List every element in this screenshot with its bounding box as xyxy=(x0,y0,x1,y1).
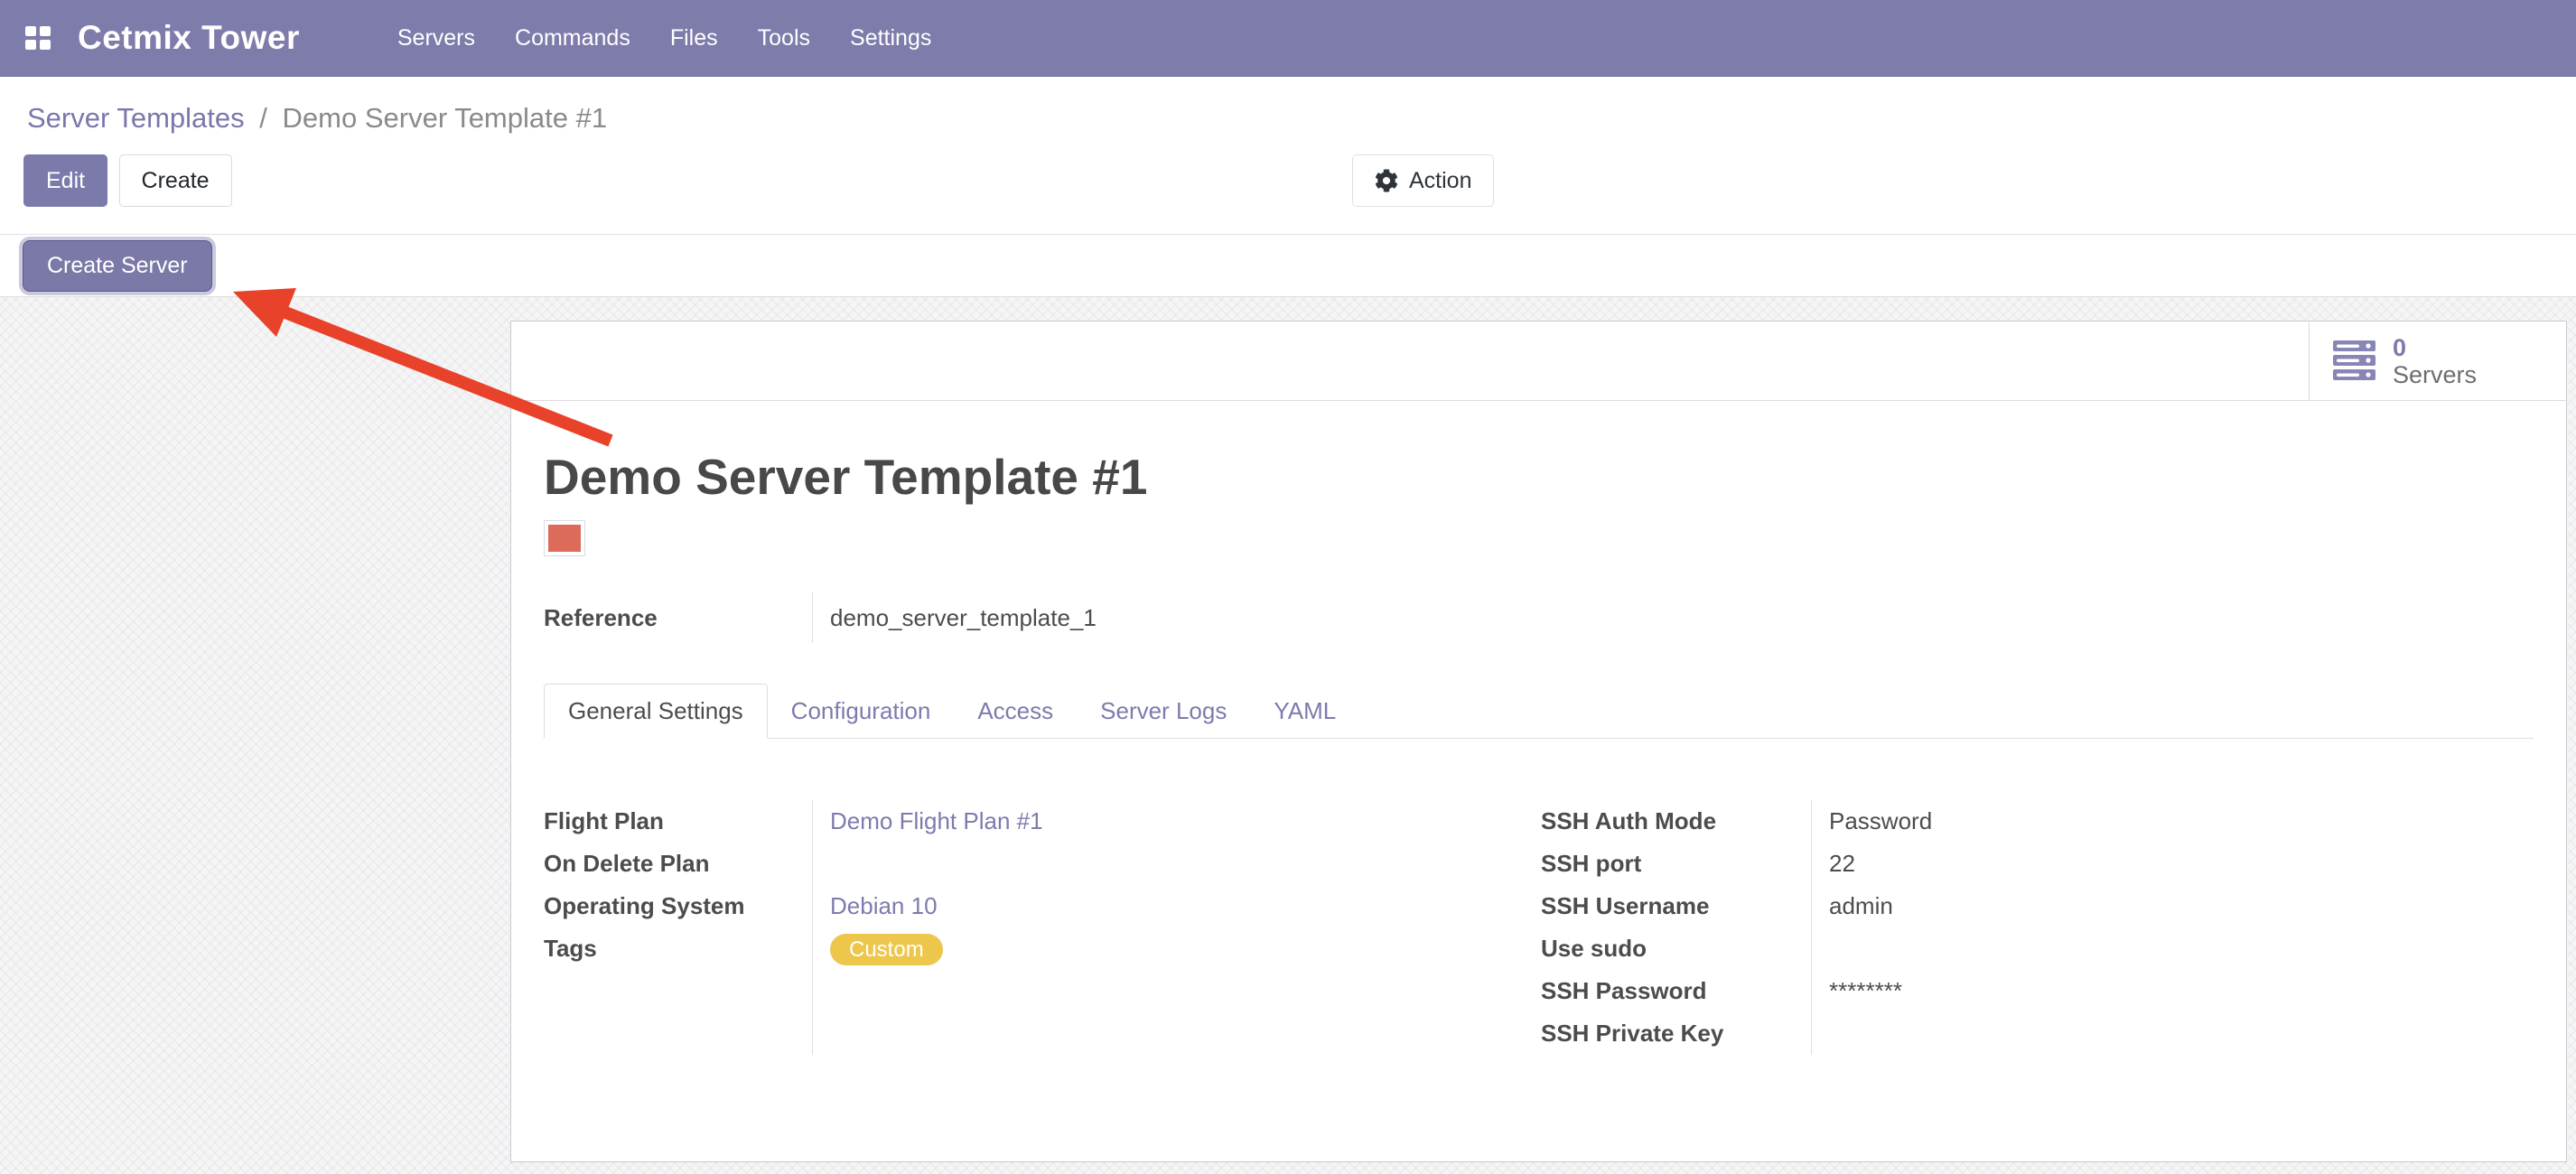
page: Cetmix Tower Servers Commands Files Tool… xyxy=(0,0,2576,1174)
on-delete-plan-label: On Delete Plan xyxy=(544,843,812,885)
tab-yaml[interactable]: YAML xyxy=(1250,685,1359,738)
action-button-label: Action xyxy=(1409,168,1471,194)
tab-configuration[interactable]: Configuration xyxy=(768,685,955,738)
action-button[interactable]: Action xyxy=(1352,154,1494,207)
reference-field-row: Reference demo_server_template_1 xyxy=(544,592,2534,643)
left-values-column: Demo Flight Plan #1 Debian 10 Custom xyxy=(813,800,1043,1055)
main-menu: Servers Commands Files Tools Settings xyxy=(378,0,951,77)
tag-badge-custom[interactable]: Custom xyxy=(830,934,943,965)
servers-stat-button[interactable]: 0 Servers xyxy=(2309,321,2566,400)
app-brand-title[interactable]: Cetmix Tower xyxy=(78,19,300,57)
ssh-username-value: admin xyxy=(1829,885,1932,927)
general-settings-fields: Flight Plan On Delete Plan Operating Sys… xyxy=(544,800,2534,1055)
create-server-button[interactable]: Create Server xyxy=(23,240,212,292)
field-group-right: SSH Auth Mode SSH port SSH Username Use … xyxy=(1541,800,2534,1055)
control-panel: Server Templates / Demo Server Template … xyxy=(0,77,2576,234)
top-navbar: Cetmix Tower Servers Commands Files Tool… xyxy=(0,0,2576,77)
servers-stat-count: 0 xyxy=(2393,334,2477,361)
servers-stat-label: Servers xyxy=(2393,361,2477,388)
breadcrumb: Server Templates / Demo Server Template … xyxy=(0,77,2576,136)
flight-plan-label: Flight Plan xyxy=(544,800,812,843)
breadcrumb-current: Demo Server Template #1 xyxy=(283,102,608,134)
server-template-form-card: 0 Servers Demo Server Template #1 Refere… xyxy=(510,321,2567,1162)
tags-label: Tags xyxy=(544,927,812,970)
create-server-strip: Create Server xyxy=(0,234,2576,297)
servers-stat-text: 0 Servers xyxy=(2393,334,2477,388)
gear-icon xyxy=(1375,169,1398,192)
color-swatch-fill xyxy=(548,525,581,552)
ssh-private-key-label: SSH Private Key xyxy=(1541,1012,1811,1055)
button-row: Edit Create Action xyxy=(0,136,2576,234)
create-button[interactable]: Create xyxy=(119,154,232,207)
right-labels-column: SSH Auth Mode SSH port SSH Username Use … xyxy=(1541,800,1811,1055)
left-labels-column: Flight Plan On Delete Plan Operating Sys… xyxy=(544,800,812,1055)
operating-system-label: Operating System xyxy=(544,885,812,927)
use-sudo-value xyxy=(1829,927,1932,970)
breadcrumb-parent-link[interactable]: Server Templates xyxy=(27,102,245,134)
ssh-auth-mode-value: Password xyxy=(1829,800,1932,843)
field-group-left: Flight Plan On Delete Plan Operating Sys… xyxy=(544,800,1541,1055)
breadcrumb-separator: / xyxy=(252,102,275,134)
record-title: Demo Server Template #1 xyxy=(544,448,2534,506)
ssh-auth-mode-label: SSH Auth Mode xyxy=(1541,800,1811,843)
menu-item-commands[interactable]: Commands xyxy=(495,0,650,77)
ssh-username-label: SSH Username xyxy=(1541,885,1811,927)
ssh-password-value: ******** xyxy=(1829,970,1932,1012)
reference-label: Reference xyxy=(544,604,812,632)
use-sudo-label: Use sudo xyxy=(1541,927,1811,970)
ssh-port-label: SSH port xyxy=(1541,843,1811,885)
tab-general-settings[interactable]: General Settings xyxy=(544,684,768,739)
operating-system-value-link[interactable]: Debian 10 xyxy=(830,892,938,919)
ssh-password-label: SSH Password xyxy=(1541,970,1811,1012)
menu-item-settings[interactable]: Settings xyxy=(830,0,951,77)
notebook-tabs: General Settings Configuration Access Se… xyxy=(544,684,2534,739)
menu-item-files[interactable]: Files xyxy=(650,0,738,77)
tab-server-logs[interactable]: Server Logs xyxy=(1077,685,1250,738)
menu-item-tools[interactable]: Tools xyxy=(738,0,830,77)
on-delete-plan-value xyxy=(830,843,1043,885)
menu-item-servers[interactable]: Servers xyxy=(378,0,495,77)
color-picker-swatch[interactable] xyxy=(544,520,585,556)
tab-access[interactable]: Access xyxy=(954,685,1077,738)
ssh-private-key-value xyxy=(1829,1012,1932,1055)
edit-button[interactable]: Edit xyxy=(23,154,107,207)
right-values-column: Password 22 admin ******** xyxy=(1812,800,1932,1055)
form-sheet: Demo Server Template #1 Reference demo_s… xyxy=(511,448,2566,1055)
reference-value: demo_server_template_1 xyxy=(813,604,1097,632)
server-rack-icon xyxy=(2333,340,2376,382)
ssh-port-value: 22 xyxy=(1829,843,1932,885)
apps-grid-icon[interactable] xyxy=(25,26,51,50)
stat-button-row: 0 Servers xyxy=(511,321,2566,401)
main-content-area: 0 Servers Demo Server Template #1 Refere… xyxy=(0,297,2576,1174)
flight-plan-value-link[interactable]: Demo Flight Plan #1 xyxy=(830,807,1043,834)
